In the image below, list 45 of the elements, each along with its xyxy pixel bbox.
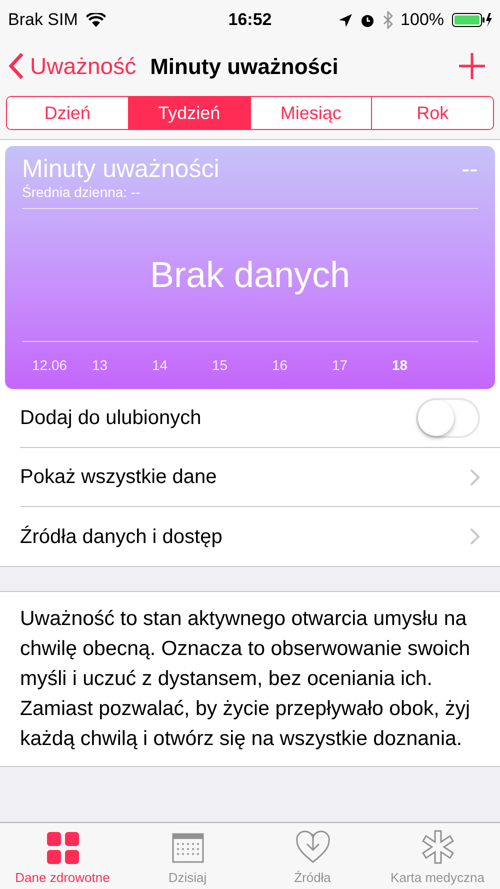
time-text: 16:52 <box>228 9 272 32</box>
carrier-text: Brak SIM <box>8 9 78 32</box>
description-text: Uważność to stan aktywnego otwarcia umysłu na chwilę obecną. Oznacza to obserwowanie swoich myśli i uczuć z dystansem, bez oceniania ich. Zamiast pozwalać, by życie przepływało obok, żyj każdą chwilą i otwórz się na wszystkie doznania. <box>20 606 472 752</box>
card-title: Minuty uważności <box>22 154 220 184</box>
bluetooth-icon <box>382 11 393 29</box>
wifi-icon <box>86 13 106 27</box>
alarm-clock-icon <box>360 12 375 28</box>
chevron-right-icon <box>470 528 480 545</box>
settings-row[interactable]: Dodaj do ulubionych <box>20 389 500 448</box>
asterisk-icon <box>420 830 454 864</box>
segment-tab[interactable]: Rok <box>371 97 493 129</box>
day-label: 14 <box>152 356 169 375</box>
battery-charging-icon <box>452 12 492 28</box>
day-label: 15 <box>212 356 229 375</box>
row-label: Pokaż wszystkie dane <box>20 465 218 490</box>
day-label: 12.06 <box>32 356 68 375</box>
segment-tab[interactable]: Dzień <box>7 97 128 129</box>
toggle-switch[interactable] <box>416 398 480 438</box>
day-label: 13 <box>92 356 109 375</box>
row-label: Źródła danych i dostęp <box>20 524 224 550</box>
day-label: 18 <box>392 356 409 375</box>
settings-row[interactable]: Źródła danych i dostęp <box>20 507 500 566</box>
tab-bar-item[interactable]: Karta medyczna <box>375 823 500 889</box>
calendar-icon <box>172 832 204 864</box>
back-button[interactable]: Uważność <box>8 48 136 84</box>
page-title: Minuty uważności <box>150 52 340 81</box>
day-label: 16 <box>272 356 289 375</box>
chevron-left-icon <box>8 52 24 80</box>
day-label: 17 <box>332 356 349 375</box>
tab-bar-item[interactable]: Dane zdrowotne <box>0 823 125 889</box>
location-arrow-icon <box>338 14 352 26</box>
card-value: -- <box>461 154 478 184</box>
daily-average-text: Średnia dzienna: -- <box>22 184 142 200</box>
no-data-text: Brak danych <box>150 253 350 297</box>
settings-row[interactable]: Pokaż wszystkie dane <box>20 448 500 507</box>
chevron-right-icon <box>470 468 480 486</box>
tab-bar-item[interactable]: Źródła <box>250 823 375 889</box>
heart-download-icon <box>294 830 330 864</box>
segment-tab[interactable]: Miesiąc <box>250 97 372 129</box>
battery-percent-text: 100% <box>400 9 444 32</box>
grid-icon <box>46 832 78 864</box>
segment-tab[interactable]: Tydzień <box>128 97 250 129</box>
tab-bar-item[interactable]: Dzisiaj <box>125 823 250 889</box>
plus-icon <box>459 53 485 79</box>
row-label: Dodaj do ulubionych <box>20 406 202 431</box>
